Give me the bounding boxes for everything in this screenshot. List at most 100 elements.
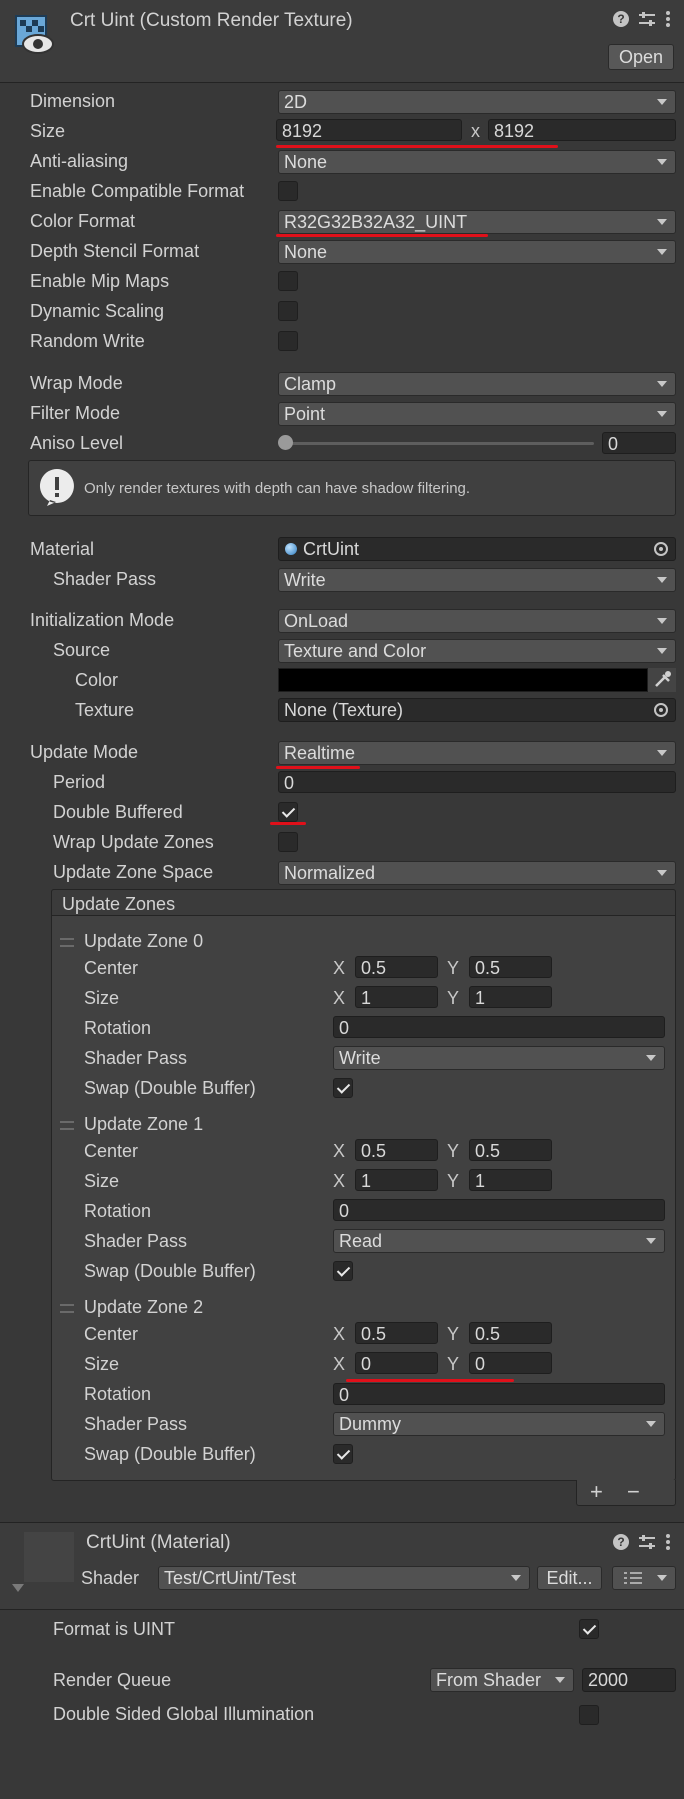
zone-swap-checkbox[interactable]	[333, 1078, 353, 1098]
zone-rotation-label: Rotation	[84, 1384, 152, 1404]
shader-dropdown[interactable]: Test/CrtUint/Test	[158, 1566, 530, 1590]
zone-size-y[interactable]: 0	[469, 1352, 552, 1374]
zone-shader-pass-dropdown[interactable]: Read	[333, 1229, 665, 1253]
zone-name: Update Zone 1	[84, 1114, 204, 1134]
drag-handle-icon[interactable]	[60, 938, 74, 947]
zone-size-x[interactable]: 1	[355, 1169, 438, 1191]
shader-pass-label: Shader Pass	[53, 569, 157, 589]
annotation-underline	[270, 822, 306, 825]
aniso-slider-handle[interactable]	[278, 435, 293, 450]
object-picker-icon[interactable]	[654, 542, 668, 556]
render-queue-mode-dropdown[interactable]: From Shader	[430, 1668, 574, 1692]
zone-size-x[interactable]: 0	[355, 1352, 438, 1374]
dynamic-scaling-checkbox[interactable]	[278, 301, 298, 321]
zone-size-y[interactable]: 1	[469, 986, 552, 1008]
material-object-field[interactable]: CrtUint	[278, 537, 676, 561]
y-label: Y	[447, 1324, 460, 1344]
zone-center-x[interactable]: 0.5	[355, 1322, 438, 1344]
zone-size-y[interactable]: 1	[469, 1169, 552, 1191]
dimension-value: 2D	[284, 92, 308, 112]
double-buffered-checkbox[interactable]	[278, 802, 298, 822]
shader-value: Test/CrtUint/Test	[164, 1568, 297, 1588]
zone-center-x[interactable]: 0.5	[355, 1139, 438, 1161]
height-field[interactable]: 8192	[488, 119, 676, 141]
random-write-checkbox[interactable]	[278, 331, 298, 351]
anti-aliasing-dropdown[interactable]: None	[278, 150, 676, 174]
zone-swap-label: Swap (Double Buffer)	[84, 1261, 256, 1281]
dsgi-checkbox[interactable]	[579, 1705, 599, 1725]
format-uint-checkbox[interactable]	[579, 1619, 599, 1639]
preset-icon[interactable]	[638, 1534, 656, 1550]
update-zone-space-dropdown[interactable]: Normalized	[278, 861, 676, 885]
texture-object-field[interactable]: None (Texture)	[278, 698, 676, 722]
zone-shader-pass-dropdown[interactable]: Write	[333, 1046, 665, 1070]
chevron-down-icon	[657, 750, 667, 756]
wrap-mode-dropdown[interactable]: Clamp	[278, 372, 676, 396]
x-label: X	[333, 1141, 346, 1161]
zone-center-y[interactable]: 0.5	[469, 956, 552, 978]
update-mode-dropdown[interactable]: Realtime	[278, 741, 676, 765]
chevron-down-icon	[657, 870, 667, 876]
zone-rotation-field[interactable]: 0	[333, 1016, 665, 1038]
material-label: Material	[30, 539, 95, 559]
zone-size-x[interactable]: 1	[355, 986, 438, 1008]
eyedropper-icon[interactable]	[648, 668, 676, 692]
material-value: CrtUint	[303, 539, 360, 559]
shader-menu-button[interactable]	[612, 1566, 676, 1590]
foldout-arrow-icon[interactable]	[12, 1584, 24, 1592]
zone-shader-pass-value: Dummy	[339, 1414, 401, 1434]
init-mode-dropdown[interactable]: OnLoad	[278, 609, 676, 633]
source-dropdown[interactable]: Texture and Color	[278, 639, 676, 663]
wrap-mode-label: Wrap Mode	[30, 373, 123, 393]
shader-edit-button[interactable]: Edit...	[537, 1566, 602, 1590]
zone-center-x[interactable]: 0.5	[355, 956, 438, 978]
dimension-dropdown[interactable]: 2D	[278, 90, 676, 114]
material-preview-icon	[24, 1532, 74, 1582]
init-mode-value: OnLoad	[284, 611, 349, 631]
shader-pass-dropdown[interactable]: Write	[278, 568, 676, 592]
help-icon[interactable]: ?	[613, 1534, 629, 1550]
period-field[interactable]: 0	[278, 771, 676, 793]
render-queue-field[interactable]: 2000	[582, 1668, 676, 1692]
add-zone-button[interactable]: +	[590, 1481, 603, 1503]
zone-swap-checkbox[interactable]	[333, 1444, 353, 1464]
width-field[interactable]: 8192	[276, 119, 462, 141]
drag-handle-icon[interactable]	[60, 1304, 74, 1313]
period-label: Period	[53, 772, 106, 792]
aniso-slider-track[interactable]	[284, 442, 594, 445]
chevron-down-icon	[646, 1421, 656, 1427]
color-swatch[interactable]	[278, 668, 648, 692]
chevron-down-icon	[657, 577, 667, 583]
zone-center-y[interactable]: 0.5	[469, 1139, 552, 1161]
mip-maps-checkbox[interactable]	[278, 271, 298, 291]
filter-mode-dropdown[interactable]: Point	[278, 402, 676, 426]
zone-rotation-field[interactable]: 0	[333, 1199, 665, 1221]
update-zone-space-label: Update Zone Space	[53, 862, 214, 882]
open-button[interactable]: Open	[608, 44, 674, 70]
anti-aliasing-value: None	[284, 152, 328, 172]
zone-swap-checkbox[interactable]	[333, 1261, 353, 1281]
kebab-menu-icon[interactable]	[665, 1533, 671, 1551]
update-mode-value: Realtime	[284, 743, 356, 763]
depth-stencil-value: None	[284, 242, 328, 262]
drag-handle-icon[interactable]	[60, 1121, 74, 1130]
compatible-format-checkbox[interactable]	[278, 181, 298, 201]
chevron-down-icon	[646, 1055, 656, 1061]
remove-zone-button[interactable]: −	[627, 1481, 640, 1503]
preset-icon[interactable]	[638, 11, 656, 27]
zone-center-y[interactable]: 0.5	[469, 1322, 552, 1344]
kebab-menu-icon[interactable]	[665, 10, 671, 28]
info-message: Only render textures with depth can have…	[84, 480, 471, 497]
aniso-level-field[interactable]: 0	[602, 432, 676, 454]
help-icon[interactable]: ?	[613, 11, 629, 27]
zone-name: Update Zone 0	[84, 931, 204, 951]
object-picker-icon[interactable]	[654, 703, 668, 717]
color-format-dropdown[interactable]: R32G32B32A32_UINT	[278, 210, 676, 234]
depth-stencil-dropdown[interactable]: None	[278, 240, 676, 264]
chevron-down-icon	[657, 249, 667, 255]
zone-rotation-field[interactable]: 0	[333, 1383, 665, 1405]
wrap-update-zones-checkbox[interactable]	[278, 832, 298, 852]
color-label: Color	[75, 670, 119, 690]
filter-mode-label: Filter Mode	[30, 403, 121, 423]
zone-shader-pass-dropdown[interactable]: Dummy	[333, 1412, 665, 1436]
